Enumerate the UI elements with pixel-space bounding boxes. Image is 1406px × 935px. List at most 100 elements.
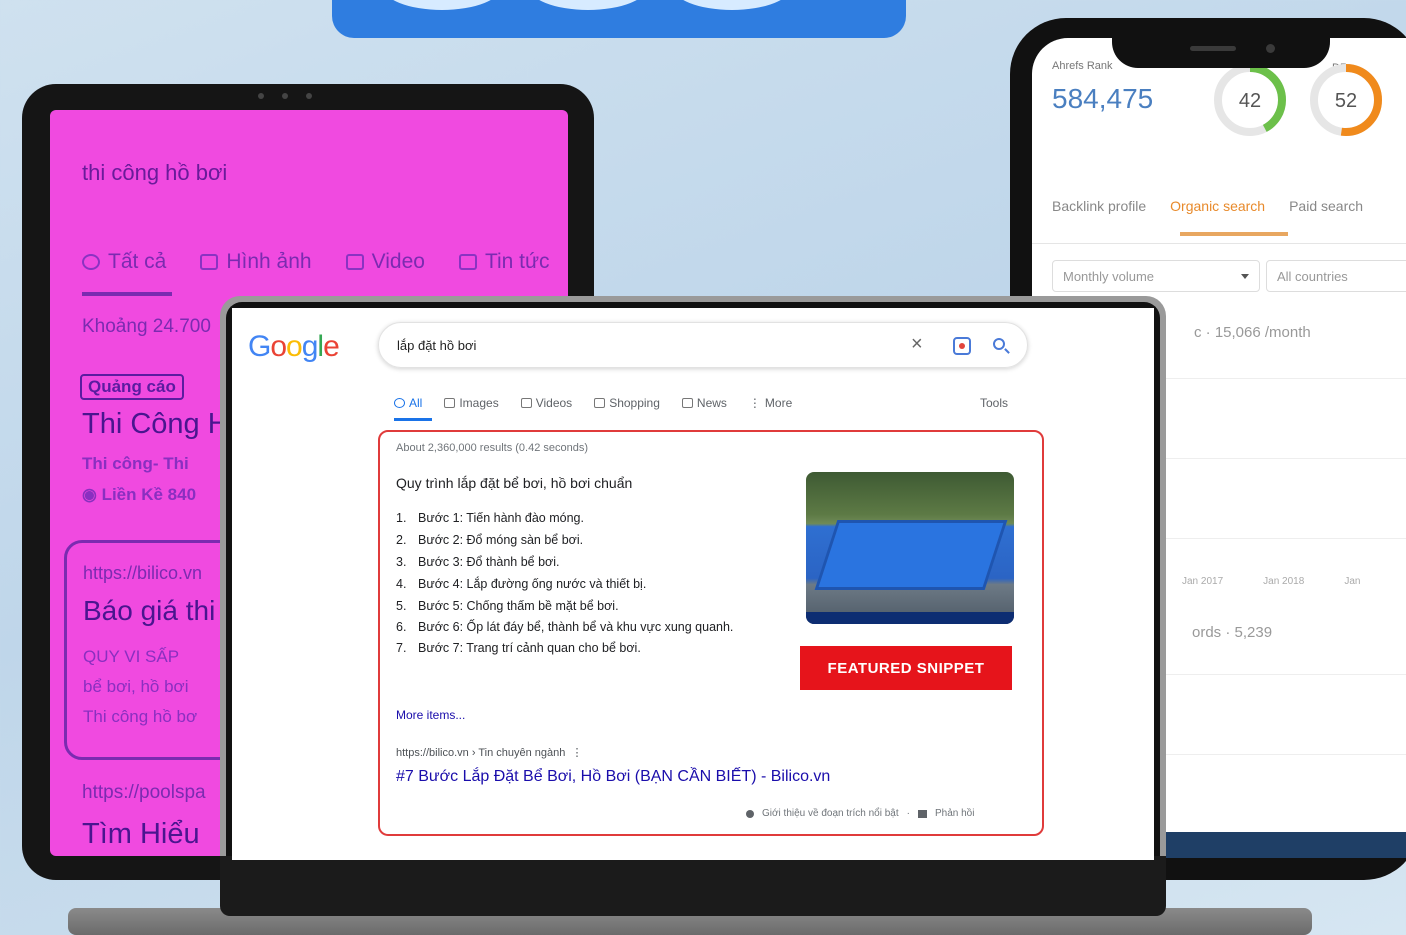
tab-all[interactable]: All xyxy=(394,396,422,410)
phone-tabs: Backlink profile Organic search Paid sea… xyxy=(1052,198,1363,214)
tablet-card-title[interactable]: Báo giá thi xyxy=(83,595,215,627)
search-icon xyxy=(82,254,100,270)
tab-label: News xyxy=(696,396,727,410)
pool-shape xyxy=(814,520,1008,590)
step-text: Bước 4: Lắp đường ống nước và thiết bị. xyxy=(418,577,647,591)
tablet-result-title[interactable]: Tìm Hiểu xyxy=(82,818,200,851)
list-item: 6. Bước 6: Ốp lát đáy bể, thành bể và khu… xyxy=(396,617,766,637)
tablet-card-desc: Thi công hồ bơ xyxy=(83,707,198,726)
search-input[interactable]: lắp đặt hồ bơi xyxy=(397,338,476,353)
result-cite-text: https://bilico.vn › Tin chuyên ngành xyxy=(396,747,566,759)
snippet-feedback-row: Giới thiệu về đoạn trích nổi bật · Phản … xyxy=(746,808,974,819)
divider xyxy=(1032,243,1406,244)
tablet-ad-location-text: Liền Kề 840 xyxy=(101,485,197,504)
tablet-ad-title[interactable]: Thi Công H xyxy=(82,408,229,441)
step-text: Bước 5: Chống thấm bề mặt bể bơi. xyxy=(418,599,619,613)
step-text: Bước 7: Trang trí cảnh quan cho bể bơi. xyxy=(418,641,641,655)
ahrefs-rank-value: 584,475 xyxy=(1052,83,1154,114)
chart-gridline xyxy=(1162,754,1406,755)
news-icon xyxy=(458,254,477,270)
chart-x-axis: Jan 2017 Jan 2018 Jan xyxy=(1182,576,1360,587)
phone-camera xyxy=(1266,44,1275,53)
tab-news[interactable]: News xyxy=(681,396,727,410)
monthly-volume-select[interactable]: Monthly volume xyxy=(1052,260,1260,292)
more-items-link[interactable]: More items... xyxy=(396,708,465,722)
tablet-ad-line: Thi công- Thi xyxy=(82,454,189,473)
chart-gridline xyxy=(1162,378,1406,379)
tablet-result-count: Khoảng 24.700 xyxy=(82,316,211,337)
list-item: 5. Bước 5: Chống thấm bề mặt bể bơi. xyxy=(396,595,766,617)
search-tabs: All Images Videos Shopping News ⋮ More xyxy=(394,396,792,410)
tablet-active-tab-indicator xyxy=(82,292,172,296)
chart-gridline xyxy=(1162,674,1406,675)
tab-label: More xyxy=(764,396,793,410)
tablet-tab-news[interactable]: Tin tức xyxy=(458,250,550,274)
tab-backlink-profile[interactable]: Backlink profile xyxy=(1052,198,1146,214)
chevron-down-icon xyxy=(1241,274,1249,279)
search-box[interactable]: lắp đặt hồ bơi × xyxy=(378,322,1028,368)
tablet-ad-location: ◉ Liền Kề 840 xyxy=(82,485,197,504)
about-snippet-link[interactable]: Giới thiệu về đoạn trích nổi bật xyxy=(762,808,899,819)
tab-paid-search[interactable]: Paid search xyxy=(1289,198,1363,214)
tools-button[interactable]: Tools xyxy=(980,396,1008,410)
tablet-tab-label: Hình ảnh xyxy=(226,250,312,273)
tablet-tab-images[interactable]: Hình ảnh xyxy=(200,250,312,274)
tab-images[interactable]: Images xyxy=(444,396,499,410)
tablet-tabs: Tất cả Hình ảnh Video Tin tức xyxy=(82,250,550,274)
featured-snippet-box: About 2,360,000 results (0.42 seconds) Q… xyxy=(378,430,1044,836)
ahrefs-rank-label: Ahrefs Rank xyxy=(1052,60,1113,72)
phone-speaker xyxy=(1190,46,1236,51)
snippet-image[interactable] xyxy=(806,472,1014,624)
tab-label: Images xyxy=(459,396,499,410)
tablet-card-desc: QUY VI SẤP xyxy=(83,647,180,666)
brand-logo-banner xyxy=(332,0,906,38)
active-tab-indicator xyxy=(394,418,432,421)
tag-icon xyxy=(594,398,606,408)
feedback-link[interactable]: Phản hồi xyxy=(935,808,974,819)
tab-shopping[interactable]: Shopping xyxy=(594,396,660,410)
lens-icon[interactable] xyxy=(953,337,971,355)
chart-gridline xyxy=(1162,538,1406,539)
video-icon xyxy=(520,398,532,408)
tab-more[interactable]: ⋮ More xyxy=(749,396,792,410)
tablet-tab-label: Tất cả xyxy=(108,250,167,273)
tablet-tab-label: Video xyxy=(371,250,425,273)
snippet-heading: Quy trình lắp đặt bể bơi, hồ bơi chuẩn xyxy=(396,475,633,491)
tablet-card-desc: bể bơi, hồ bơi xyxy=(83,677,189,696)
organic-keywords: ords · 5,239 xyxy=(1192,624,1273,641)
laptop-bottom-bezel xyxy=(220,856,1166,916)
dr-value: 52 xyxy=(1335,90,1357,112)
result-title-link[interactable]: #7 Bước Lắp Đặt Bể Bơi, Hồ Bơi (BẠN CẦN … xyxy=(396,768,830,786)
ur-gauge: 42 xyxy=(1214,64,1286,136)
more-vert-icon: ⋮ xyxy=(748,396,761,410)
chart-gridline xyxy=(1162,458,1406,459)
tablet-search-query[interactable]: thi công hồ bơi xyxy=(82,160,227,186)
list-item: 1. Bước 1: Tiến hành đào móng. xyxy=(396,507,766,529)
tab-label: Videos xyxy=(535,396,573,410)
close-icon[interactable]: × xyxy=(911,333,923,356)
snippet-steps: 1. Bước 1: Tiến hành đào móng. 2. Bước 2: … xyxy=(396,507,766,659)
x-tick-label: Jan xyxy=(1344,576,1361,587)
monthly-volume-value: Monthly volume xyxy=(1063,269,1155,284)
separator: · xyxy=(906,808,910,819)
list-item: 2. Bước 2: Đổ móng sàn bể bơi. xyxy=(396,529,766,551)
image-icon xyxy=(444,398,456,408)
news-icon xyxy=(681,398,693,408)
tab-videos[interactable]: Videos xyxy=(520,396,573,410)
countries-select[interactable]: All countries xyxy=(1266,260,1406,292)
feedback-icon xyxy=(917,809,927,818)
tablet-tab-all[interactable]: Tất cả xyxy=(82,250,166,274)
tab-label: All xyxy=(409,396,423,410)
laptop-screen: Google lắp đặt hồ bơi × All Images Video… xyxy=(232,308,1154,860)
search-icon[interactable] xyxy=(993,338,1005,350)
more-vert-icon[interactable]: ⋮ xyxy=(568,747,583,759)
tab-label: Shopping xyxy=(609,396,660,410)
step-text: Bước 2: Đổ móng sàn bể bơi. xyxy=(418,533,584,547)
tablet-tab-video[interactable]: Video xyxy=(345,250,425,274)
list-item: 3. Bước 3: Đổ thành bể bơi. xyxy=(396,551,766,573)
image-icon xyxy=(200,254,219,270)
tab-organic-search[interactable]: Organic search xyxy=(1170,198,1265,214)
google-logo[interactable]: Google xyxy=(248,330,340,364)
step-text: Bước 3: Đổ thành bể bơi. xyxy=(418,555,560,569)
tablet-result-url: https://poolspa xyxy=(82,782,206,803)
